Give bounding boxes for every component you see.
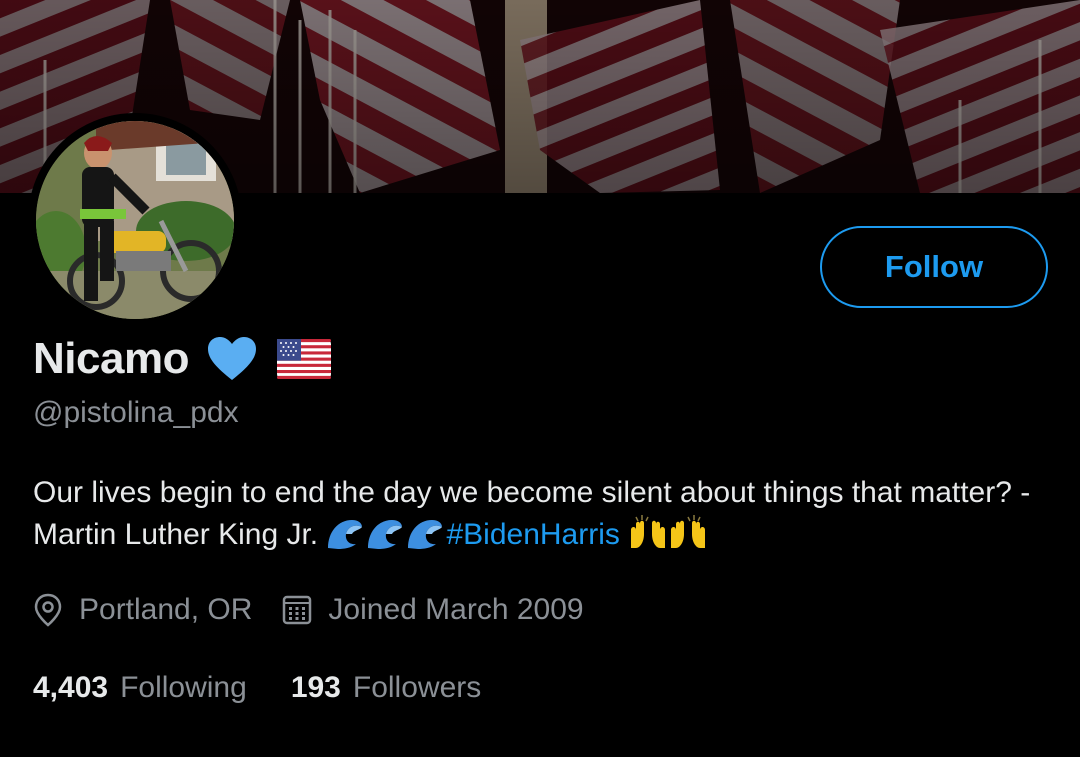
profile-stats: 4,403 Following 193 Followers	[33, 666, 481, 710]
profile-page: Follow Nicamo @pistolina_pdx Our lives b…	[0, 0, 1080, 757]
profile-meta: Portland, OR Joined March 2009	[33, 588, 584, 632]
water-wave-icon	[406, 518, 444, 550]
display-name: Nicamo	[33, 334, 189, 383]
avatar[interactable]	[28, 113, 242, 327]
profile-handle: @pistolina_pdx	[33, 396, 239, 429]
follow-button[interactable]: Follow	[820, 226, 1048, 308]
avatar-image	[36, 121, 234, 319]
raising-hands-icon	[628, 514, 668, 550]
bio-hashtag-link[interactable]: #BidenHarris	[446, 518, 619, 551]
following-count: 4,403	[33, 671, 109, 704]
raising-hands-icon	[668, 514, 708, 550]
followers-count: 193	[290, 671, 341, 704]
joined-date-text: Joined March 2009	[328, 593, 584, 626]
calendar-icon	[282, 595, 312, 625]
followers-link[interactable]: 193 Followers	[291, 671, 481, 705]
followers-label: Followers	[352, 671, 482, 704]
location-text: Portland, OR	[79, 593, 253, 626]
map-pin-icon	[33, 593, 63, 627]
blue-heart-icon	[207, 336, 257, 382]
water-wave-icon	[326, 518, 364, 550]
profile-bio: Our lives begin to end the day we become…	[33, 472, 1033, 556]
following-label: Following	[120, 671, 247, 704]
following-link[interactable]: 4,403 Following	[33, 671, 247, 705]
us-flag-icon	[276, 339, 331, 379]
profile-name-row: Nicamo	[33, 330, 331, 388]
water-wave-icon	[366, 518, 404, 550]
